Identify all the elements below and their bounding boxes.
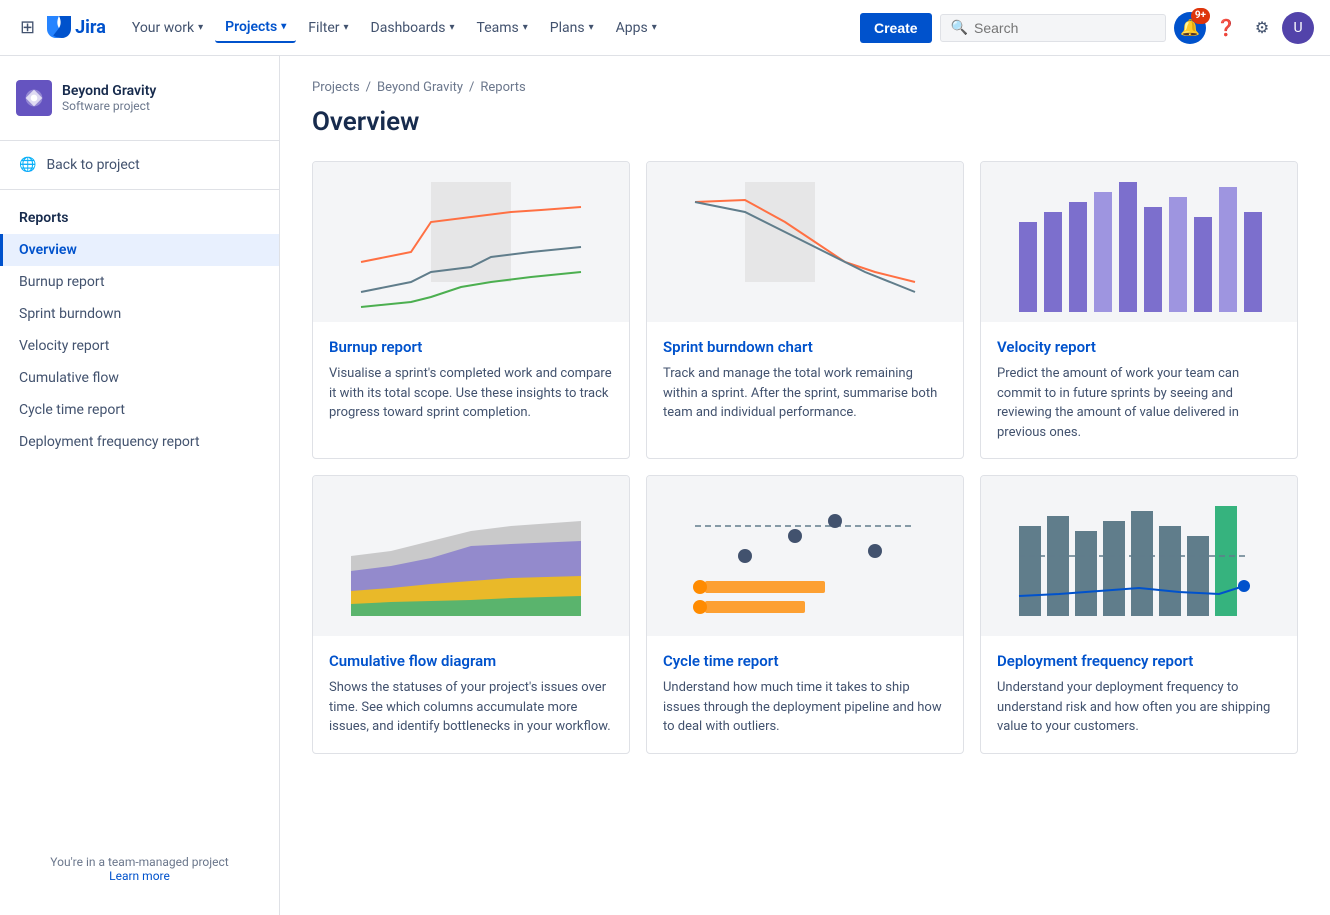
sidebar-item-deployment-freq[interactable]: Deployment frequency report bbox=[0, 426, 279, 458]
deployment-freq-label: Deployment frequency report bbox=[19, 434, 200, 450]
card-deployment-freq[interactable]: Deployment frequency report Understand y… bbox=[980, 475, 1298, 754]
burnup-card-body: Burnup report Visualise a sprint's compl… bbox=[313, 322, 629, 439]
sidebar-item-sprint-burndown[interactable]: Sprint burndown bbox=[0, 298, 279, 330]
avatar[interactable]: U bbox=[1282, 12, 1314, 44]
burnup-desc: Visualise a sprint's completed work and … bbox=[329, 364, 613, 423]
sprint-burndown-title: Sprint burndown chart bbox=[663, 338, 947, 356]
jira-logo[interactable]: Jira bbox=[47, 16, 106, 40]
sidebar-project: Beyond Gravity Software project bbox=[0, 72, 279, 132]
cycle-time-label: Cycle time report bbox=[19, 402, 125, 418]
grid-icon[interactable]: ⊞ bbox=[16, 13, 39, 42]
topnav-nav: Your work ▾ Projects ▾ Filter ▾ Dashboar… bbox=[122, 13, 852, 43]
sidebar-item-cumulative[interactable]: Cumulative flow bbox=[0, 362, 279, 394]
sprint-burndown-desc: Track and manage the total work remainin… bbox=[663, 364, 947, 423]
breadcrumb: Projects / Beyond Gravity / Reports bbox=[312, 80, 1298, 95]
sprint-burndown-label: Sprint burndown bbox=[19, 306, 121, 322]
breadcrumb-beyond-gravity[interactable]: Beyond Gravity bbox=[377, 80, 463, 95]
layout: Beyond Gravity Software project 🌐 Back t… bbox=[0, 56, 1330, 915]
search-box[interactable]: 🔍 bbox=[940, 14, 1166, 42]
search-input[interactable] bbox=[974, 20, 1155, 36]
cumulative-chart bbox=[313, 476, 629, 636]
logo-text: Jira bbox=[75, 17, 106, 38]
project-info: Beyond Gravity Software project bbox=[62, 83, 156, 113]
burnup-title: Burnup report bbox=[329, 338, 613, 356]
deployment-freq-chart bbox=[981, 476, 1297, 636]
burnup-chart bbox=[313, 162, 629, 322]
search-icon: 🔍 bbox=[951, 20, 968, 36]
velocity-title: Velocity report bbox=[997, 338, 1281, 356]
breadcrumb-projects[interactable]: Projects bbox=[312, 80, 360, 95]
cumulative-card-body: Cumulative flow diagram Shows the status… bbox=[313, 636, 629, 753]
card-sprint-burndown[interactable]: Sprint burndown chart Track and manage t… bbox=[646, 161, 964, 459]
sprint-burndown-chart bbox=[647, 162, 963, 322]
sidebar-item-cycle-time[interactable]: Cycle time report bbox=[0, 394, 279, 426]
settings-button[interactable]: ⚙ bbox=[1246, 12, 1278, 44]
sidebar-divider bbox=[0, 140, 279, 141]
create-button[interactable]: Create bbox=[860, 13, 932, 43]
card-cycle-time[interactable]: Cycle time report Understand how much ti… bbox=[646, 475, 964, 754]
deployment-freq-desc: Understand your deployment frequency to … bbox=[997, 678, 1281, 737]
notification-badge: 9+ bbox=[1191, 8, 1210, 24]
project-icon bbox=[16, 80, 52, 116]
reports-label: Reports bbox=[19, 210, 69, 226]
burnup-label: Burnup report bbox=[19, 274, 105, 290]
sidebar-item-velocity[interactable]: Velocity report bbox=[0, 330, 279, 362]
breadcrumb-reports: Reports bbox=[480, 80, 525, 95]
sidebar-item-burnup[interactable]: Burnup report bbox=[0, 266, 279, 298]
breadcrumb-sep-2: / bbox=[469, 80, 474, 95]
cycle-time-chart bbox=[647, 476, 963, 636]
breadcrumb-sep-1: / bbox=[366, 80, 371, 95]
nav-yourwork[interactable]: Your work ▾ bbox=[122, 14, 213, 42]
velocity-card-body: Velocity report Predict the amount of wo… bbox=[981, 322, 1297, 458]
velocity-desc: Predict the amount of work your team can… bbox=[997, 364, 1281, 442]
back-to-project-label: Back to project bbox=[46, 157, 139, 173]
cumulative-label: Cumulative flow bbox=[19, 370, 119, 386]
topnav: ⊞ Jira Your work ▾ Projects ▾ Filter ▾ D… bbox=[0, 0, 1330, 56]
topnav-actions: 🔔 9+ ❓ ⚙ U bbox=[1174, 12, 1314, 44]
main-content: Projects / Beyond Gravity / Reports Over… bbox=[280, 56, 1330, 915]
deployment-freq-title: Deployment frequency report bbox=[997, 652, 1281, 670]
cycle-time-title: Cycle time report bbox=[663, 652, 947, 670]
cumulative-title: Cumulative flow diagram bbox=[329, 652, 613, 670]
nav-dashboards[interactable]: Dashboards ▾ bbox=[361, 14, 465, 42]
footer-link[interactable]: Learn more bbox=[109, 869, 170, 883]
sidebar-footer: You're in a team-managed project Learn m… bbox=[0, 839, 279, 899]
sidebar-item-reports: Reports bbox=[0, 198, 279, 234]
help-button[interactable]: ❓ bbox=[1210, 12, 1242, 44]
cards-grid: Burnup report Visualise a sprint's compl… bbox=[312, 161, 1298, 754]
overview-label: Overview bbox=[19, 242, 77, 258]
sprint-burndown-card-body: Sprint burndown chart Track and manage t… bbox=[647, 322, 963, 439]
nav-projects[interactable]: Projects ▾ bbox=[215, 13, 296, 43]
nav-filter[interactable]: Filter ▾ bbox=[298, 14, 358, 42]
nav-plans[interactable]: Plans ▾ bbox=[540, 14, 604, 42]
nav-teams[interactable]: Teams ▾ bbox=[467, 14, 538, 42]
deployment-freq-card-body: Deployment frequency report Understand y… bbox=[981, 636, 1297, 753]
sidebar-item-back-to-project[interactable]: 🌐 Back to project bbox=[0, 149, 279, 181]
cycle-time-card-body: Cycle time report Understand how much ti… bbox=[647, 636, 963, 753]
velocity-chart bbox=[981, 162, 1297, 322]
sidebar-item-overview[interactable]: Overview bbox=[0, 234, 279, 266]
sidebar: Beyond Gravity Software project 🌐 Back t… bbox=[0, 56, 280, 915]
footer-text: You're in a team-managed project bbox=[16, 855, 263, 869]
sidebar-divider-2 bbox=[0, 189, 279, 190]
nav-apps[interactable]: Apps ▾ bbox=[606, 14, 667, 42]
card-burnup[interactable]: Burnup report Visualise a sprint's compl… bbox=[312, 161, 630, 459]
velocity-label: Velocity report bbox=[19, 338, 109, 354]
globe-icon: 🌐 bbox=[19, 157, 36, 173]
cumulative-desc: Shows the statuses of your project's iss… bbox=[329, 678, 613, 737]
project-name: Beyond Gravity bbox=[62, 83, 156, 99]
cycle-time-desc: Understand how much time it takes to shi… bbox=[663, 678, 947, 737]
card-velocity[interactable]: Velocity report Predict the amount of wo… bbox=[980, 161, 1298, 459]
notification-button[interactable]: 🔔 9+ bbox=[1174, 12, 1206, 44]
project-type: Software project bbox=[62, 99, 156, 113]
page-title: Overview bbox=[312, 107, 1298, 137]
card-cumulative[interactable]: Cumulative flow diagram Shows the status… bbox=[312, 475, 630, 754]
